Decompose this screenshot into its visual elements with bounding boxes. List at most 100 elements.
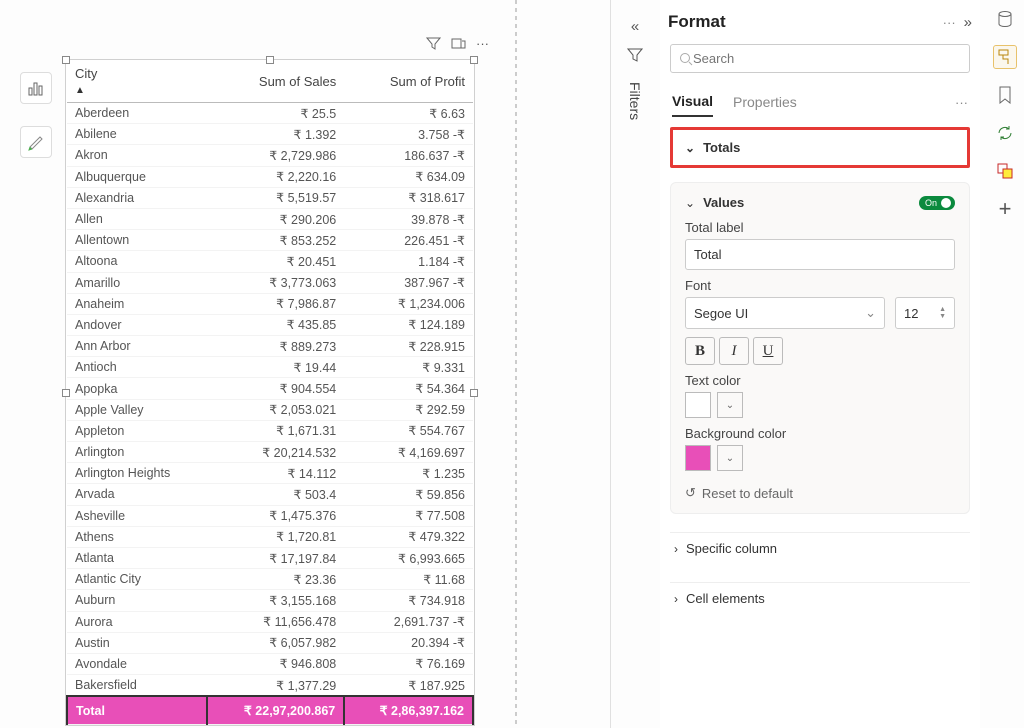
more-icon[interactable]: ··· <box>943 15 956 30</box>
bookmark-icon[interactable] <box>994 84 1016 106</box>
sync-icon[interactable] <box>994 122 1016 144</box>
text-color-dropdown[interactable]: ⌄ <box>717 392 743 418</box>
table-row[interactable]: Aurora₹ 11,656.4782,691.737 -₹ <box>67 611 473 632</box>
cell-profit: ₹ 11.68 <box>344 569 473 590</box>
cell-sales: ₹ 25.5 <box>207 103 344 124</box>
bg-color-dropdown[interactable]: ⌄ <box>717 445 743 471</box>
reset-to-default[interactable]: ↺ Reset to default <box>685 485 955 501</box>
filter-icon[interactable] <box>426 36 441 51</box>
table-row[interactable]: Anaheim₹ 7,986.87₹ 1,234.006 <box>67 293 473 314</box>
cell-profit: 20.394 -₹ <box>344 632 473 653</box>
font-family-select[interactable]: Segoe UI ⌄ <box>685 297 885 329</box>
search-input[interactable] <box>693 51 961 66</box>
cell-profit: 2,691.737 -₹ <box>344 611 473 632</box>
italic-button[interactable]: I <box>719 337 749 365</box>
underline-button[interactable]: U <box>753 337 783 365</box>
table-row[interactable]: Andover₹ 435.85₹ 124.189 <box>67 314 473 335</box>
resize-handle[interactable] <box>266 56 274 64</box>
table-row[interactable]: Alexandria₹ 5,519.57₹ 318.617 <box>67 187 473 208</box>
format-painter-button[interactable] <box>20 126 52 158</box>
table-row[interactable]: Allentown₹ 853.252226.451 -₹ <box>67 230 473 251</box>
table-row[interactable]: Athens₹ 1,720.81₹ 479.322 <box>67 526 473 547</box>
table-row[interactable]: Avondale₹ 946.808₹ 76.169 <box>67 653 473 674</box>
table-row[interactable]: Antioch₹ 19.44₹ 9.331 <box>67 357 473 378</box>
table-row[interactable]: Auburn₹ 3,155.168₹ 734.918 <box>67 590 473 611</box>
table-row[interactable]: Altoona₹ 20.4511.184 -₹ <box>67 251 473 272</box>
resize-handle[interactable] <box>62 389 70 397</box>
table-row[interactable]: Atlanta₹ 17,197.84₹ 6,993.665 <box>67 547 473 568</box>
cell-profit: 3.758 -₹ <box>344 124 473 145</box>
table-row[interactable]: Austin₹ 6,057.98220.394 -₹ <box>67 632 473 653</box>
search-box[interactable] <box>670 44 970 73</box>
cell-sales: ₹ 435.85 <box>207 314 344 335</box>
column-header-sales[interactable]: Sum of Sales <box>207 60 344 103</box>
cell-profit: ₹ 479.322 <box>344 526 473 547</box>
tab-visual[interactable]: Visual <box>672 87 713 117</box>
cell-profit: 186.637 -₹ <box>344 145 473 166</box>
add-icon[interactable]: + <box>994 198 1016 220</box>
cell-profit: ₹ 6,993.665 <box>344 547 473 568</box>
more-options-icon[interactable]: ··· <box>476 36 491 51</box>
table-visual[interactable]: City ▲ Sum of Sales Sum of Profit Aberde… <box>65 59 475 726</box>
table-row[interactable]: Aberdeen₹ 25.5₹ 6.63 <box>67 103 473 124</box>
cell-city: Atlantic City <box>67 569 207 590</box>
chevron-down-icon: ⌄ <box>865 305 876 321</box>
text-color-swatch[interactable] <box>685 392 711 418</box>
tab-properties[interactable]: Properties <box>733 88 797 116</box>
column-header-profit[interactable]: Sum of Profit <box>344 60 473 103</box>
table-row[interactable]: Amarillo₹ 3,773.063387.967 -₹ <box>67 272 473 293</box>
total-label-input[interactable] <box>685 239 955 270</box>
section-totals[interactable]: ⌄ Totals <box>670 127 970 168</box>
table-row[interactable]: Arlington₹ 20,214.532₹ 4,169.697 <box>67 442 473 463</box>
section-cell-elements[interactable]: › Cell elements <box>670 582 970 614</box>
table-row[interactable]: Arvada₹ 503.4₹ 59.856 <box>67 484 473 505</box>
filters-icon[interactable] <box>627 47 643 66</box>
table-row[interactable]: Bakersfield₹ 1,377.29₹ 187.925 <box>67 675 473 697</box>
values-card: ⌄ Values On Total label Font Segoe UI ⌄ … <box>670 182 970 514</box>
header-label: City <box>75 66 97 81</box>
spinner-icon[interactable]: ▲▼ <box>939 306 946 320</box>
resize-handle[interactable] <box>62 56 70 64</box>
cell-city: Abilene <box>67 124 207 145</box>
cell-city: Arvada <box>67 484 207 505</box>
values-toggle[interactable]: On <box>919 196 955 210</box>
table-row[interactable]: Arlington Heights₹ 14.112₹ 1.235 <box>67 463 473 484</box>
collapse-filters-icon[interactable]: « <box>631 18 639 35</box>
table-row[interactable]: Akron₹ 2,729.986186.637 -₹ <box>67 145 473 166</box>
format-title: Format <box>668 12 935 32</box>
focus-mode-icon[interactable] <box>451 36 466 51</box>
resize-handle[interactable] <box>470 56 478 64</box>
tab-more-icon[interactable]: ··· <box>955 95 968 110</box>
cell-sales: ₹ 1.392 <box>207 124 344 145</box>
table-row[interactable]: Asheville₹ 1,475.376₹ 77.508 <box>67 505 473 526</box>
table-row[interactable]: Appleton₹ 1,671.31₹ 554.767 <box>67 420 473 441</box>
column-header-city[interactable]: City ▲ <box>67 60 207 103</box>
table-row[interactable]: Atlantic City₹ 23.36₹ 11.68 <box>67 569 473 590</box>
data-pane-icon[interactable] <box>994 8 1016 30</box>
font-size-input[interactable]: 12 ▲▼ <box>895 297 955 329</box>
reset-icon: ↺ <box>685 485 696 501</box>
cell-profit: ₹ 9.331 <box>344 357 473 378</box>
table-row[interactable]: Allen₹ 290.20639.878 -₹ <box>67 208 473 229</box>
format-pane-icon[interactable] <box>994 46 1016 68</box>
table-row[interactable]: Ann Arbor₹ 889.273₹ 228.915 <box>67 336 473 357</box>
cell-sales: ₹ 946.808 <box>207 653 344 674</box>
cell-sales: ₹ 7,986.87 <box>207 293 344 314</box>
resize-handle[interactable] <box>470 389 478 397</box>
cell-city: Appleton <box>67 420 207 441</box>
visual-builder-button[interactable] <box>20 72 52 104</box>
table-row[interactable]: Apple Valley₹ 2,053.021₹ 292.59 <box>67 399 473 420</box>
cell-sales: ₹ 23.36 <box>207 569 344 590</box>
bg-color-swatch[interactable] <box>685 445 711 471</box>
cell-profit: ₹ 554.767 <box>344 420 473 441</box>
table-row[interactable]: Abilene₹ 1.3923.758 -₹ <box>67 124 473 145</box>
bold-button[interactable]: B <box>685 337 715 365</box>
table-row[interactable]: Albuquerque₹ 2,220.16₹ 634.09 <box>67 166 473 187</box>
cell-sales: ₹ 904.554 <box>207 378 344 399</box>
filters-label: Filters <box>627 82 643 120</box>
selection-pane-icon[interactable] <box>994 160 1016 182</box>
expand-pane-icon[interactable]: » <box>964 14 972 31</box>
section-specific-column[interactable]: › Specific column <box>670 532 970 564</box>
cell-sales: ₹ 889.273 <box>207 336 344 357</box>
table-row[interactable]: Apopka₹ 904.554₹ 54.364 <box>67 378 473 399</box>
